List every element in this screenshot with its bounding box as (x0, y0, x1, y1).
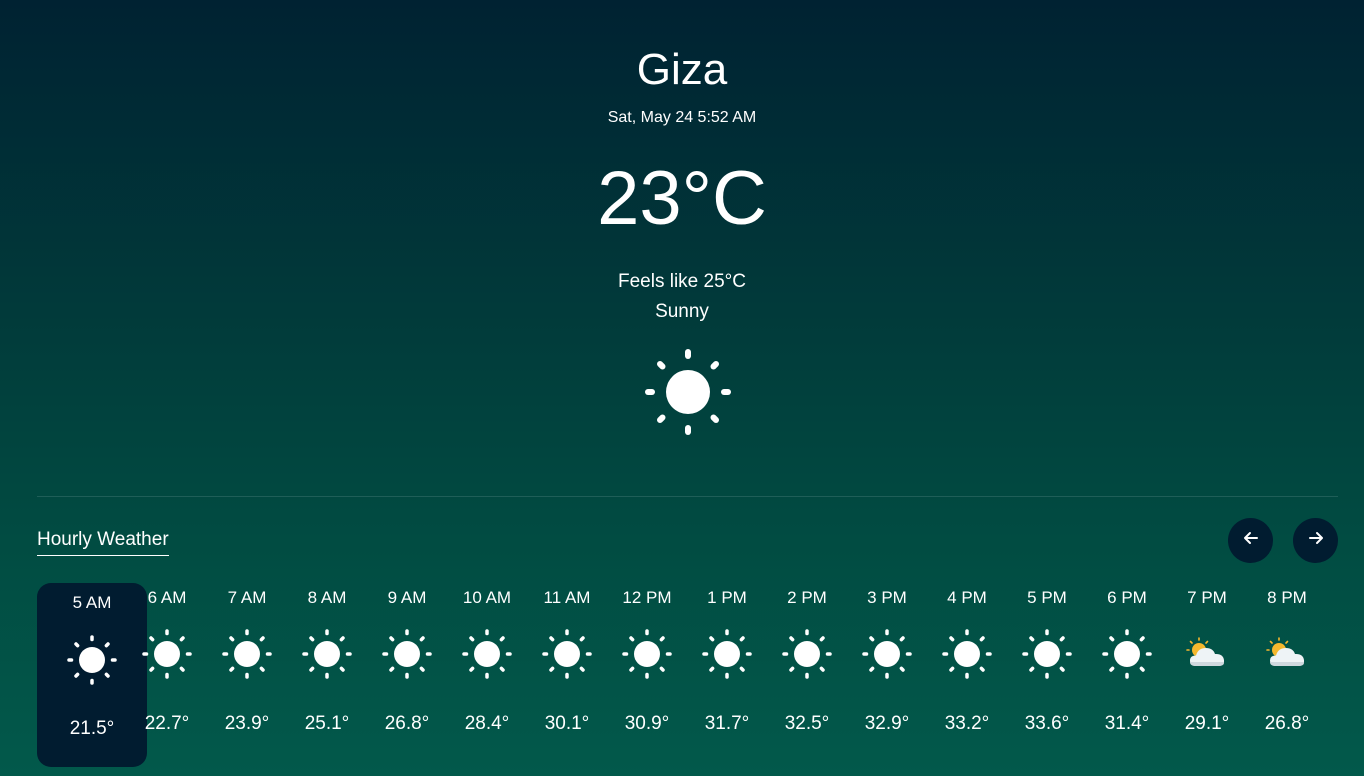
city-name: Giza (636, 45, 728, 94)
sun-icon (382, 629, 432, 679)
current-temperature: 23°C (597, 156, 767, 241)
feels-like: Feels like 25°C (618, 271, 746, 292)
hourly-time: 8 PM (1267, 588, 1307, 607)
arrow-right-icon (1306, 528, 1326, 553)
partly-cloudy-icon (1182, 629, 1232, 679)
sun-icon (942, 629, 992, 679)
scroll-prev-button[interactable] (1228, 518, 1273, 563)
hourly-weather-title: Hourly Weather (37, 528, 169, 556)
section-divider (37, 496, 1338, 497)
sun-icon (462, 629, 512, 679)
sun-icon (542, 629, 592, 679)
partly-cloudy-icon (1262, 629, 1312, 679)
sun-icon (643, 347, 733, 437)
sun-icon (702, 629, 752, 679)
sun-icon (67, 635, 117, 685)
sun-icon (862, 629, 912, 679)
sun-icon (302, 629, 352, 679)
current-datetime: Sat, May 24 5:52 AM (607, 109, 757, 126)
sun-icon (782, 629, 832, 679)
hourly-forecast-list: 5 AM 21.5° 6 AM 22.7° 7 AM 23.9° 8 AM 25.1° 9 AM… (37, 583, 1364, 769)
hourly-temperature: 26.8° (1264, 713, 1310, 734)
arrow-left-icon (1241, 528, 1261, 553)
sun-icon (1102, 629, 1152, 679)
sun-icon (222, 629, 272, 679)
sun-icon (622, 629, 672, 679)
sun-icon (142, 629, 192, 679)
sun-icon (1022, 629, 1072, 679)
weather-condition: Sunny (655, 301, 709, 322)
hourly-item[interactable]: 8 PM 26.8° (1232, 583, 1342, 767)
scroll-next-button[interactable] (1293, 518, 1338, 563)
